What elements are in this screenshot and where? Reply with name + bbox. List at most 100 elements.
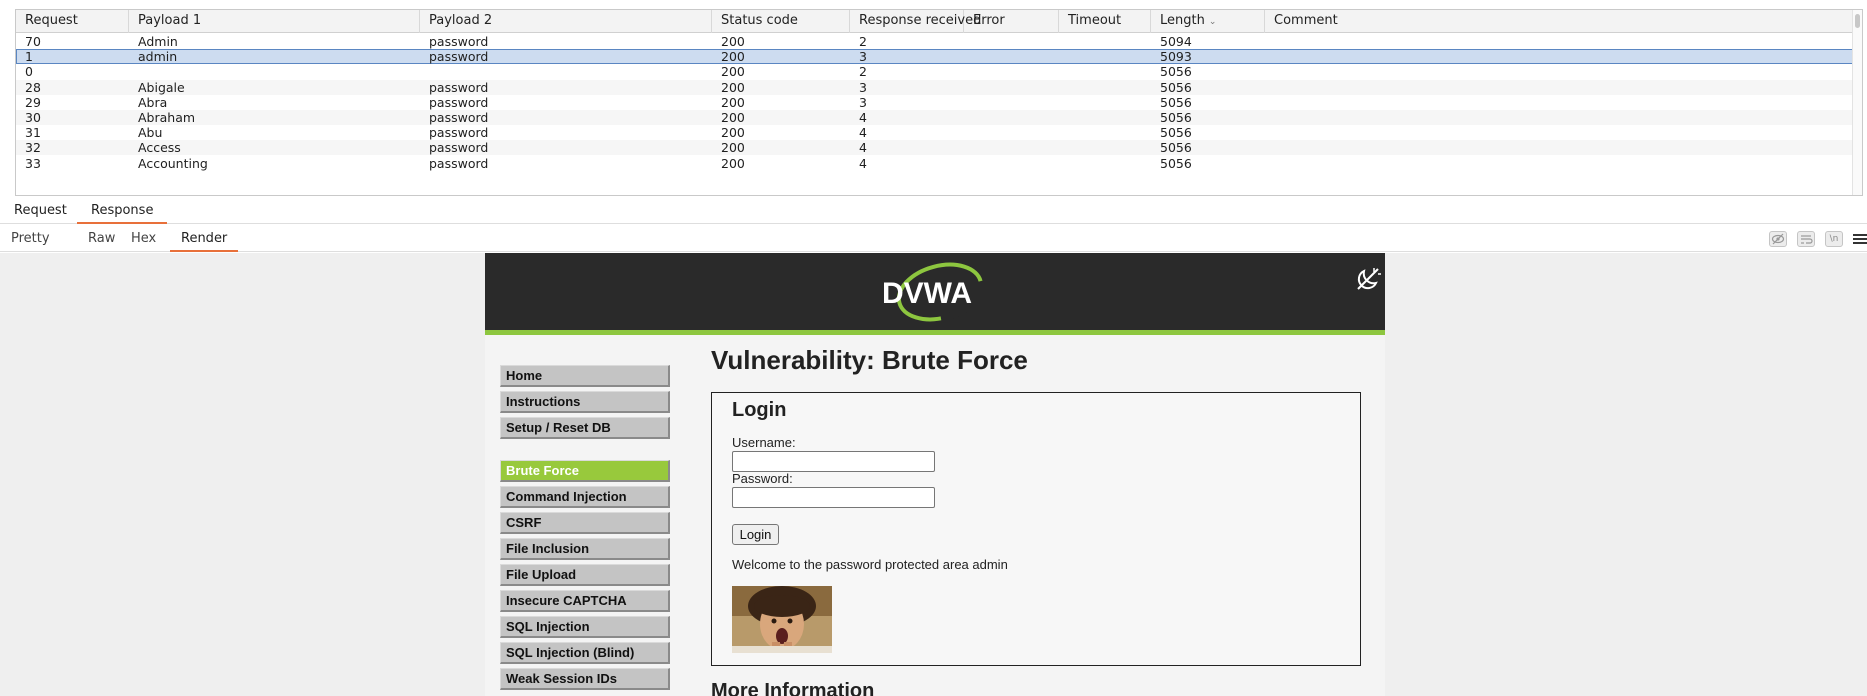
username-label: Username:	[732, 435, 796, 450]
tab-render[interactable]: Render	[170, 226, 239, 252]
column-header-payload2[interactable]: Payload 2	[420, 10, 712, 33]
nav-csrf[interactable]: CSRF	[500, 512, 670, 534]
nav-instructions[interactable]: Instructions	[500, 391, 670, 413]
username-field[interactable]	[732, 451, 935, 472]
more-information-heading: More Information	[711, 680, 875, 696]
cell-timeout	[1059, 64, 1151, 79]
cell-received: 4	[859, 110, 867, 125]
cell-payload2: password	[429, 94, 489, 110]
cell-comment	[1265, 49, 1854, 64]
column-header-payload1[interactable]: Payload 1	[129, 10, 420, 33]
cell-payload2: password	[429, 79, 489, 95]
table-row[interactable]: 33 Accounting password 200 4 5056	[16, 156, 1854, 171]
cell-payload1: Abigale	[138, 79, 185, 95]
table-scrollbar[interactable]	[1852, 10, 1862, 195]
table-row[interactable]: 0 200 2 5056	[16, 64, 1854, 79]
column-header-request[interactable]: Request	[16, 10, 129, 33]
cell-status: 200	[721, 125, 745, 141]
sort-desc-icon: ⌄	[1208, 17, 1217, 27]
cell-status: 200	[721, 94, 745, 110]
cell-length: 5094	[1160, 34, 1192, 49]
tab-hex[interactable]: Hex	[120, 226, 167, 252]
table-row[interactable]: 32 Access password 200 4 5056	[16, 140, 1854, 156]
nav-insecure-captcha[interactable]: Insecure CAPTCHA	[500, 590, 670, 612]
nav-file-inclusion[interactable]: File Inclusion	[500, 538, 670, 560]
cell-request: 31	[25, 125, 41, 141]
cell-request: 32	[25, 140, 41, 156]
column-header-status[interactable]: Status code	[712, 10, 850, 33]
welcome-message: Welcome to the password protected area a…	[732, 557, 1008, 572]
table-row[interactable]: 31 Abu password 200 4 5056	[16, 125, 1854, 140]
nav-file-upload[interactable]: File Upload	[500, 564, 670, 586]
cell-received: 4	[859, 125, 867, 141]
message-tabs: Request Response	[0, 199, 1867, 224]
cell-timeout	[1059, 95, 1151, 110]
cell-request: 28	[25, 79, 41, 95]
nav-home[interactable]: Home	[500, 365, 670, 387]
cell-timeout	[1059, 34, 1151, 49]
tab-raw[interactable]: Raw	[77, 226, 126, 252]
cell-received: 2	[859, 64, 867, 80]
table-header: Request Payload 1 Payload 2 Status code …	[16, 10, 1854, 33]
cell-length: 5056	[1160, 125, 1192, 141]
cell-error	[964, 110, 1059, 125]
column-header-response-received[interactable]: Response received	[850, 10, 981, 33]
cell-received: 4	[859, 155, 867, 171]
nav-command-injection[interactable]: Command Injection	[500, 486, 670, 508]
column-header-timeout[interactable]: Timeout	[1059, 10, 1151, 33]
cell-request: 30	[25, 110, 41, 125]
eye-off-icon[interactable]	[1769, 231, 1787, 247]
tab-request[interactable]: Request	[0, 199, 81, 224]
password-field[interactable]	[732, 487, 935, 508]
table-row[interactable]: 30 Abraham password 200 4 5056	[16, 110, 1854, 125]
cell-comment	[1265, 64, 1854, 79]
cell-payload2: password	[429, 34, 489, 49]
table-row[interactable]: 28 Abigale password 200 3 5056	[16, 79, 1854, 95]
cell-received: 4	[859, 140, 867, 156]
cell-payload1: Abra	[138, 94, 168, 110]
cell-comment	[1265, 95, 1854, 110]
nav-brute-force[interactable]: Brute Force	[500, 460, 670, 482]
column-header-comment[interactable]: Comment	[1265, 10, 1854, 33]
cell-request: 70	[25, 34, 41, 49]
cell-error	[964, 140, 1059, 155]
cell-length: 5056	[1160, 140, 1192, 156]
cell-comment	[1265, 140, 1854, 155]
cell-payload1	[129, 64, 420, 79]
newline-icon[interactable]: \n	[1825, 231, 1843, 247]
nav-sql-injection-blind[interactable]: SQL Injection (Blind)	[500, 642, 670, 664]
wrap-lines-icon[interactable]	[1797, 231, 1815, 247]
column-header-length[interactable]: Length ⌄	[1151, 10, 1265, 33]
column-header-error[interactable]: Error	[964, 10, 1059, 33]
table-row[interactable]: 70 Admin password 200 2 5094	[16, 34, 1854, 49]
cell-status: 200	[721, 79, 745, 95]
cell-payload2: password	[429, 49, 489, 65]
cell-status: 200	[721, 34, 745, 49]
login-button[interactable]: Login	[732, 524, 779, 545]
scrollbar-thumb[interactable]	[1855, 14, 1860, 28]
page-title: Vulnerability: Brute Force	[711, 345, 1028, 375]
hamburger-icon[interactable]	[1853, 232, 1867, 246]
nav-sql-injection[interactable]: SQL Injection	[500, 616, 670, 638]
theme-toggle-icon[interactable]	[1354, 265, 1382, 293]
cell-request: 1	[25, 49, 33, 65]
nav-weak-session-ids[interactable]: Weak Session IDs	[500, 668, 670, 690]
table-row[interactable]: 29 Abra password 200 3 5056	[16, 95, 1854, 110]
cell-payload2: password	[429, 140, 489, 156]
table-row[interactable]: 1 admin password 200 3 5093	[16, 49, 1854, 65]
cell-payload2: password	[429, 110, 489, 125]
cell-timeout	[1059, 49, 1151, 64]
cell-request: 33	[25, 155, 41, 171]
render-view: DVWA Home Instructions Setup / Reset DB …	[0, 253, 1867, 696]
cell-timeout	[1059, 156, 1151, 171]
cell-received: 3	[859, 79, 867, 95]
nav-setup-reset-db[interactable]: Setup / Reset DB	[500, 417, 670, 439]
tab-pretty[interactable]: Pretty	[0, 226, 61, 252]
tab-response[interactable]: Response	[77, 199, 168, 224]
cell-received: 2	[859, 34, 867, 49]
cell-length: 5056	[1160, 94, 1192, 110]
cell-status: 200	[721, 110, 745, 125]
cell-comment	[1265, 80, 1854, 95]
cell-payload1: Abu	[138, 125, 163, 141]
cell-payload2: password	[429, 155, 489, 171]
